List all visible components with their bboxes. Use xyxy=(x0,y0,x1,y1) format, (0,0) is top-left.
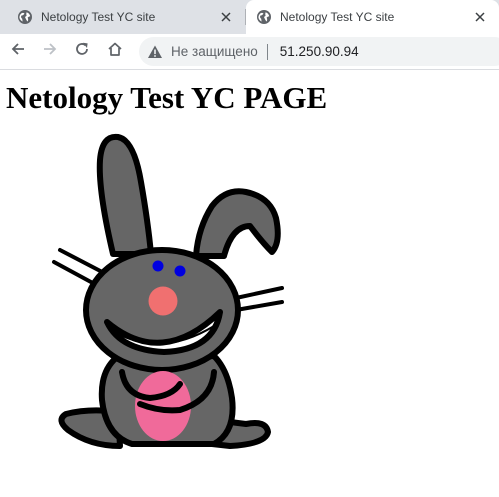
omnibox-divider xyxy=(266,43,268,60)
right-eye xyxy=(174,265,186,277)
tab-title: Netology Test YC site xyxy=(280,10,395,24)
globe-icon xyxy=(256,9,272,25)
url-text[interactable]: 51.250.90.94 xyxy=(280,44,359,59)
close-icon[interactable] xyxy=(218,9,234,25)
happy-bunny-image xyxy=(52,133,284,449)
back-arrow-icon xyxy=(10,41,26,62)
warning-triangle-icon[interactable] xyxy=(147,44,163,60)
left-eye xyxy=(152,260,164,272)
globe-icon xyxy=(17,9,33,25)
back-button[interactable] xyxy=(5,39,31,63)
home-icon xyxy=(107,41,123,62)
reload-button[interactable] xyxy=(69,39,95,63)
browser-toolbar: Не защищено 51.250.90.94 xyxy=(0,34,499,70)
forward-button[interactable] xyxy=(37,39,63,63)
nose xyxy=(148,286,178,316)
page-content: Netology Test YC PAGE xyxy=(0,70,499,497)
security-status-label[interactable]: Не защищено xyxy=(171,44,258,59)
tab-strip: Netology Test YC site Netology Test YC s… xyxy=(0,0,499,34)
tab-title: Netology Test YC site xyxy=(41,10,156,24)
address-bar[interactable]: Не защищено 51.250.90.94 xyxy=(139,37,499,66)
forward-arrow-icon xyxy=(42,41,58,62)
tab-inactive[interactable]: Netology Test YC site xyxy=(0,0,245,34)
home-button[interactable] xyxy=(102,39,128,63)
tab-active[interactable]: Netology Test YC site xyxy=(246,0,499,34)
close-icon[interactable] xyxy=(472,9,488,25)
reload-icon xyxy=(74,41,90,62)
